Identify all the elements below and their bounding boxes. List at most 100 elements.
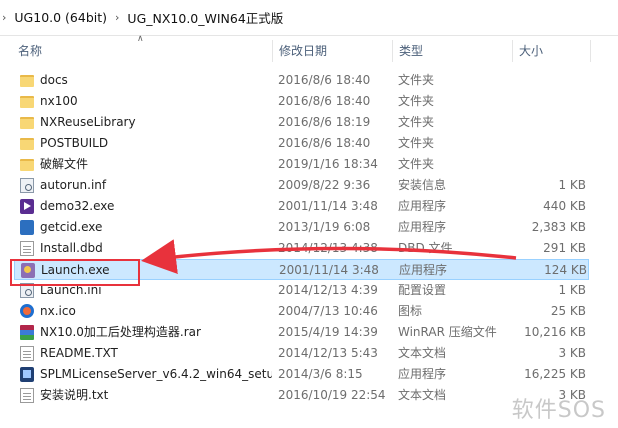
file-icon-cell: [18, 364, 36, 385]
file-date: 2015/4/19 14:39: [278, 325, 378, 339]
watermark-logo: 软件SOS: [512, 392, 606, 424]
file-date: 2016/8/6 18:40: [278, 73, 371, 87]
file-date: 2001/11/14 3:48: [279, 263, 379, 277]
file-icon-cell: [18, 343, 36, 364]
breadcrumb-item-ug-nx10[interactable]: UG_NX10.0_WIN64正式版: [127, 8, 283, 27]
file-icon-cell: [18, 301, 36, 322]
file-date: 2016/8/6 18:19: [278, 115, 371, 129]
server-app-icon: [20, 367, 34, 382]
file-name: nx.ico: [40, 304, 76, 318]
column-header-name[interactable]: 名称: [18, 36, 42, 66]
file-type: 文本文档: [398, 388, 447, 402]
file-icon-cell: [18, 70, 36, 91]
file-icon-cell: [18, 217, 36, 238]
file-date: 2016/8/6 18:40: [278, 136, 371, 150]
folder-icon: [20, 96, 34, 108]
app-icon: [20, 220, 34, 235]
folder-icon: [20, 138, 34, 150]
file-size: 1 KB: [558, 178, 586, 192]
file-type: DBD 文件: [398, 241, 453, 255]
file-date: 2014/12/13 4:39: [278, 283, 378, 297]
file-row[interactable]: autorun.inf 2009/8/22 9:36 安装信息 1 KB: [14, 175, 589, 196]
file-row[interactable]: SPLMLicenseServer_v6.4.2_win64_setu... 20…: [14, 364, 589, 385]
file-date: 2016/8/6 18:40: [278, 94, 371, 108]
column-divider[interactable]: [272, 40, 273, 62]
file-size: 3 KB: [558, 346, 586, 360]
file-icon-cell: [18, 322, 36, 343]
column-header-type[interactable]: 类型: [399, 36, 423, 66]
file-name: nx100: [40, 94, 78, 108]
file-name: autorun.inf: [40, 178, 107, 192]
file-date: 2016/10/19 22:54: [278, 388, 386, 402]
file-icon-cell: [18, 175, 36, 196]
file-icon-cell: [18, 91, 36, 112]
breadcrumb: › UG10.0 (64bit) › UG_NX10.0_WIN64正式版: [0, 0, 618, 36]
file-row[interactable]: nx.ico 2004/7/13 10:46 图标 25 KB: [14, 301, 589, 322]
sort-ascending-icon: ∧: [137, 34, 144, 44]
column-divider[interactable]: [590, 40, 591, 62]
file-type: 文件夹: [398, 136, 435, 150]
file-name: docs: [40, 73, 68, 87]
annotation-highlight-box: [10, 259, 140, 286]
file-icon-cell: [18, 196, 36, 217]
file-type: 应用程序: [398, 199, 447, 213]
column-header-size[interactable]: 大小: [519, 36, 543, 66]
chevron-right-icon[interactable]: ›: [107, 11, 127, 24]
file-row[interactable]: getcid.exe 2013/1/19 6:08 应用程序 2,383 KB: [14, 217, 589, 238]
file-type: 应用程序: [398, 220, 447, 234]
folder-icon: [20, 117, 34, 129]
file-row[interactable]: POSTBUILD 2016/8/6 18:40 文件夹: [14, 133, 589, 154]
breadcrumb-item-ug10[interactable]: UG10.0 (64bit): [14, 10, 107, 25]
file-size: 10,216 KB: [524, 325, 586, 339]
watermark-text: 软件SOS: [511, 398, 606, 423]
file-name: NX10.0加工后处理构造器.rar: [40, 325, 201, 339]
chevron-right-icon[interactable]: ›: [0, 11, 14, 24]
file-name: getcid.exe: [40, 220, 103, 234]
file-row[interactable]: Install.dbd 2014/12/13 4:38 DBD 文件 291 KB: [14, 238, 589, 259]
file-date: 2014/3/6 8:15: [278, 367, 363, 381]
file-date: 2014/12/13 4:38: [278, 241, 378, 255]
column-divider[interactable]: [512, 40, 513, 62]
file-row[interactable]: 安装说明.txt 2016/10/19 22:54 文本文档 3 KB: [14, 385, 589, 406]
file-size: 16,225 KB: [524, 367, 586, 381]
file-name: SPLMLicenseServer_v6.4.2_win64_setu...: [40, 367, 272, 381]
file-type: 文本文档: [398, 346, 447, 360]
file-row[interactable]: README.TXT 2014/12/13 5:43 文本文档 3 KB: [14, 343, 589, 364]
file-row[interactable]: NX10.0加工后处理构造器.rar 2015/4/19 14:39 WinRAR …: [14, 322, 589, 343]
file-type: 文件夹: [398, 157, 435, 171]
file-date: 2009/8/22 9:36: [278, 178, 371, 192]
file-type: 文件夹: [398, 94, 435, 108]
file-date: 2014/12/13 5:43: [278, 346, 378, 360]
file-icon-cell: [18, 238, 36, 259]
file-type: 图标: [398, 304, 423, 318]
image-icon: [20, 304, 34, 318]
file-name: POSTBUILD: [40, 136, 109, 150]
file-row[interactable]: 破解文件 2019/1/16 18:34 文件夹: [14, 154, 589, 175]
text-file-icon: [20, 388, 34, 403]
file-size: 25 KB: [550, 304, 586, 318]
text-file-icon: [20, 346, 34, 361]
file-name: NXReuseLibrary: [40, 115, 136, 129]
file-type: 文件夹: [398, 115, 435, 129]
file-size: 440 KB: [543, 199, 586, 213]
column-divider[interactable]: [392, 40, 393, 62]
file-name: Install.dbd: [40, 241, 103, 255]
file-type: 配置设置: [398, 283, 447, 297]
file-name: 安装说明.txt: [40, 388, 109, 402]
file-row[interactable]: NXReuseLibrary 2016/8/6 18:19 文件夹: [14, 112, 589, 133]
file-size: 291 KB: [543, 241, 586, 255]
file-row[interactable]: nx100 2016/8/6 18:40 文件夹: [14, 91, 589, 112]
file-type: 应用程序: [398, 367, 447, 381]
file-type: 应用程序: [399, 263, 448, 277]
file-size: 2,383 KB: [531, 220, 586, 234]
column-header-date[interactable]: 修改日期: [279, 36, 327, 66]
folder-icon: [20, 75, 34, 87]
file-icon-cell: [18, 112, 36, 133]
file-icon-cell: [18, 154, 36, 175]
archive-icon: [20, 325, 34, 340]
settings-file-icon: [20, 178, 34, 193]
file-row[interactable]: docs 2016/8/6 18:40 文件夹: [14, 70, 589, 91]
file-icon-cell: [18, 133, 36, 154]
file-row[interactable]: demo32.exe 2001/11/14 3:48 应用程序 440 KB: [14, 196, 589, 217]
file-date: 2013/1/19 6:08: [278, 220, 371, 234]
